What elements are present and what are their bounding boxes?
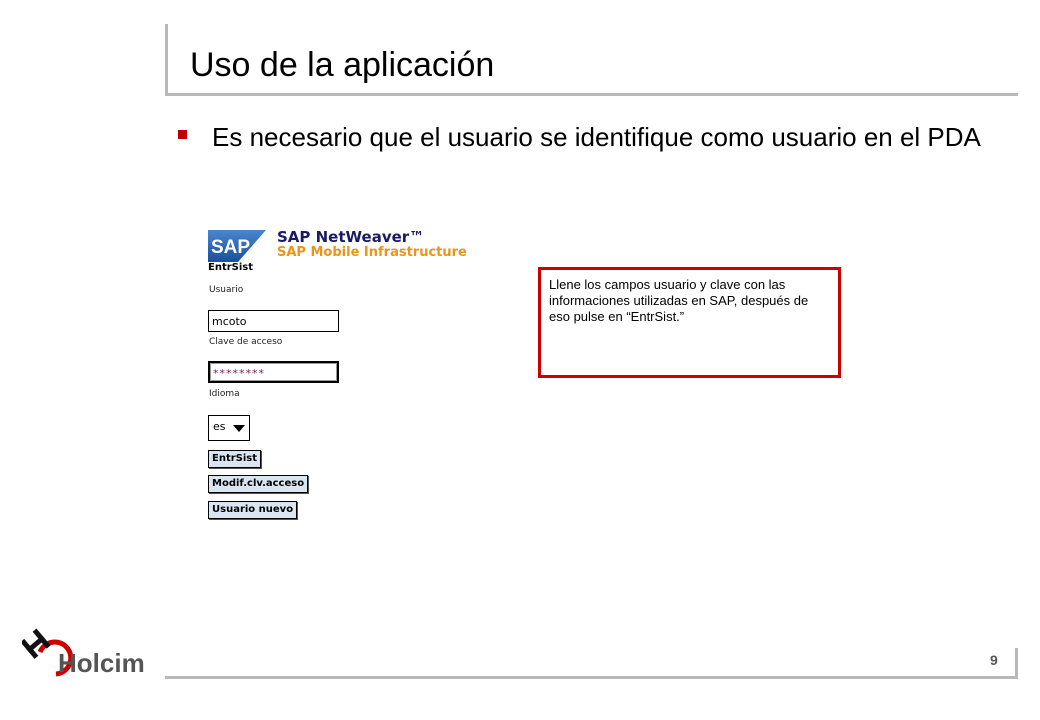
language-value: es [213, 420, 226, 433]
page-number: 9 [990, 652, 998, 668]
login-button[interactable]: EntrSist [208, 450, 262, 468]
screen-title: EntrSist [208, 262, 254, 273]
footer-horizontal-rule [165, 676, 1018, 679]
change-password-button[interactable]: Modif.clv.acceso [208, 475, 309, 493]
password-input[interactable]: ******** [208, 361, 339, 383]
chevron-down-icon [233, 425, 245, 432]
bullet-square-icon [178, 130, 187, 139]
language-label: Idioma [209, 389, 240, 399]
language-select[interactable]: es [208, 415, 250, 441]
pda-login-screenshot: SAP SAP NetWeaver™ SAP Mobile Infrastruc… [205, 225, 467, 525]
holcim-brand-text: Holcim [58, 648, 145, 678]
title-horizontal-rule [165, 93, 1018, 96]
user-input[interactable]: mcoto [208, 310, 339, 332]
new-user-button[interactable]: Usuario nuevo [208, 501, 298, 519]
password-label: Clave de acceso [209, 337, 283, 347]
netweaver-title: SAP NetWeaver™ [277, 228, 425, 246]
sap-logo-icon: SAP [208, 230, 266, 262]
svg-text:SAP: SAP [211, 237, 250, 258]
title-vertical-rule [165, 24, 168, 96]
slide-title: Uso de la aplicación [190, 46, 495, 84]
bullet-text: Es necesario que el usuario se identifiq… [212, 122, 981, 152]
instruction-callout: Llene los campos usuario y clave con las… [538, 267, 841, 378]
user-label: Usuario [209, 285, 244, 295]
mobile-infrastructure-subtitle: SAP Mobile Infrastructure [277, 245, 467, 260]
footer-vertical-rule [1015, 648, 1018, 678]
